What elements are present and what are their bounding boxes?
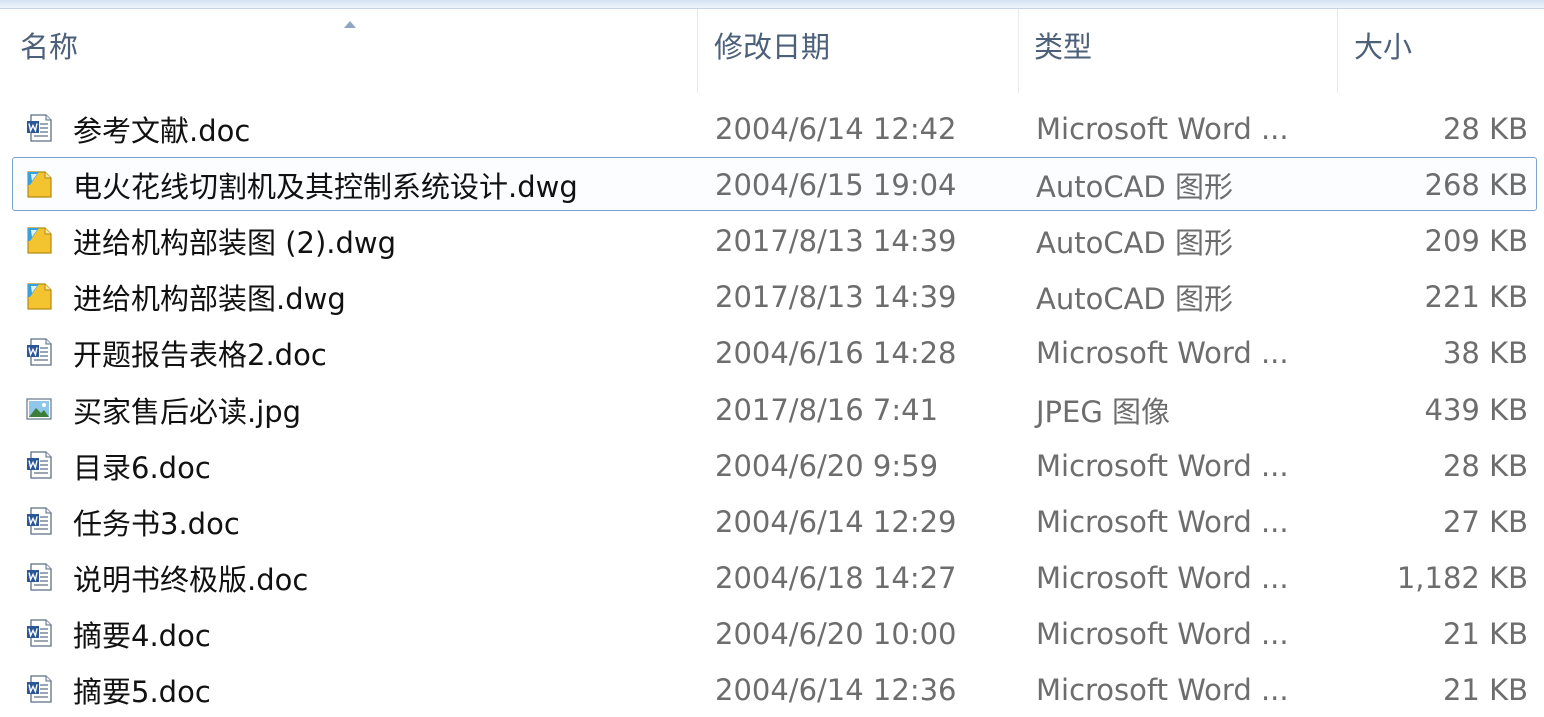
word-doc-icon [25,113,53,143]
file-row[interactable]: 买家售后必读.jpg 2017/8/16 7:41 JPEG 图像 439 KB [12,382,1537,436]
word-doc-icon [25,562,53,592]
file-type: Microsoft Word ... [1036,112,1289,146]
file-name: 说明书终极版.doc [73,562,309,597]
sort-ascending-icon [344,21,356,28]
autocad-dwg-icon [25,281,53,311]
file-size: 27 KB [1442,504,1528,539]
file-row[interactable]: 摘要5.doc 2004/6/14 12:36 Microsoft Word ...… [12,662,1537,716]
file-modified-date: 2004/6/15 19:04 [715,168,957,203]
file-size: 38 KB [1442,336,1528,371]
file-name: 目录6.doc [73,450,211,485]
column-header-type[interactable]: 类型 [1034,9,1334,93]
file-modified-date: 2004/6/20 10:00 [715,616,957,651]
file-type: AutoCAD 图形 [1036,282,1233,317]
file-row[interactable]: 进给机构部装图 (2).dwg 2017/8/13 14:39 AutoCAD 图形… [12,213,1537,267]
word-doc-icon [25,506,53,536]
column-divider[interactable] [1018,9,1019,93]
file-size: 221 KB [1424,280,1528,315]
file-type: JPEG 图像 [1036,394,1171,429]
file-modified-date: 2004/6/16 14:28 [715,336,957,371]
column-header-date[interactable]: 修改日期 [714,9,1014,93]
file-size: 21 KB [1442,616,1528,651]
file-row[interactable]: 摘要4.doc 2004/6/20 10:00 Microsoft Word ...… [12,606,1537,660]
file-type: Microsoft Word ... [1036,560,1289,595]
file-type: Microsoft Word ... [1036,448,1289,483]
file-size: 209 KB [1424,224,1528,259]
file-modified-date: 2004/6/14 12:29 [715,504,957,539]
file-name: 买家售后必读.jpg [73,394,302,429]
column-header-row: 名称 修改日期 类型 大小 [0,9,1544,93]
file-row[interactable]: 任务书3.doc 2004/6/14 12:29 Microsoft Word ..… [12,494,1537,548]
word-doc-icon [25,450,53,480]
file-type: AutoCAD 图形 [1036,226,1233,261]
file-modified-date: 2004/6/14 12:42 [715,112,957,146]
autocad-dwg-icon [25,169,53,199]
file-row[interactable]: 进给机构部装图.dwg 2017/8/13 14:39 AutoCAD 图形 221 … [12,269,1537,323]
autocad-dwg-icon [25,225,53,255]
word-doc-icon [25,337,53,367]
file-name: 电火花线切割机及其控制系统设计.dwg [73,170,578,205]
file-row[interactable]: 电火花线切割机及其控制系统设计.dwg 2004/6/15 19:04 AutoCA… [12,157,1537,212]
column-divider[interactable] [1337,9,1338,93]
file-name: 摘要4.doc [73,618,211,653]
file-row[interactable]: 开题报告表格2.doc 2004/6/16 14:28 Microsoft Word… [12,325,1537,379]
file-name: 进给机构部装图 (2).dwg [73,226,397,261]
file-type: Microsoft Word ... [1036,673,1289,707]
file-type: Microsoft Word ... [1036,336,1289,371]
file-type: Microsoft Word ... [1036,616,1289,651]
file-name: 开题报告表格2.doc [73,338,327,373]
word-doc-icon [25,618,53,648]
file-modified-date: 2017/8/13 14:39 [715,280,957,315]
file-modified-date: 2017/8/16 7:41 [715,392,939,427]
file-row[interactable]: 说明书终极版.doc 2004/6/18 14:27 Microsoft Word … [12,550,1537,604]
file-size: 268 KB [1424,168,1528,203]
column-header-name[interactable]: 名称 [20,9,696,93]
file-size: 21 KB [1442,673,1528,707]
column-header-size[interactable]: 大小 [1354,9,1534,93]
jpeg-image-icon [25,394,53,424]
file-name: 进给机构部装图.dwg [73,282,346,317]
file-row[interactable]: 参考文献.doc 2004/6/14 12:42 Microsoft Word ..… [12,101,1537,155]
file-type: Microsoft Word ... [1036,504,1289,539]
file-modified-date: 2017/8/13 14:39 [715,224,957,259]
word-doc-icon [25,674,53,704]
file-name: 任务书3.doc [73,506,240,541]
file-size: 439 KB [1424,392,1528,427]
file-modified-date: 2004/6/20 9:59 [715,448,939,483]
file-size: 1,182 KB [1396,560,1528,595]
file-type: AutoCAD 图形 [1036,170,1233,205]
file-modified-date: 2004/6/14 12:36 [715,673,957,707]
column-divider[interactable] [697,9,698,93]
file-modified-date: 2004/6/18 14:27 [715,560,957,595]
file-size: 28 KB [1442,112,1528,146]
window-top-border [0,0,1544,9]
file-row[interactable]: 目录6.doc 2004/6/20 9:59 Microsoft Word ... 2… [12,438,1537,492]
file-size: 28 KB [1442,448,1528,483]
file-name: 参考文献.doc [73,114,251,148]
file-name: 摘要5.doc [73,675,211,709]
